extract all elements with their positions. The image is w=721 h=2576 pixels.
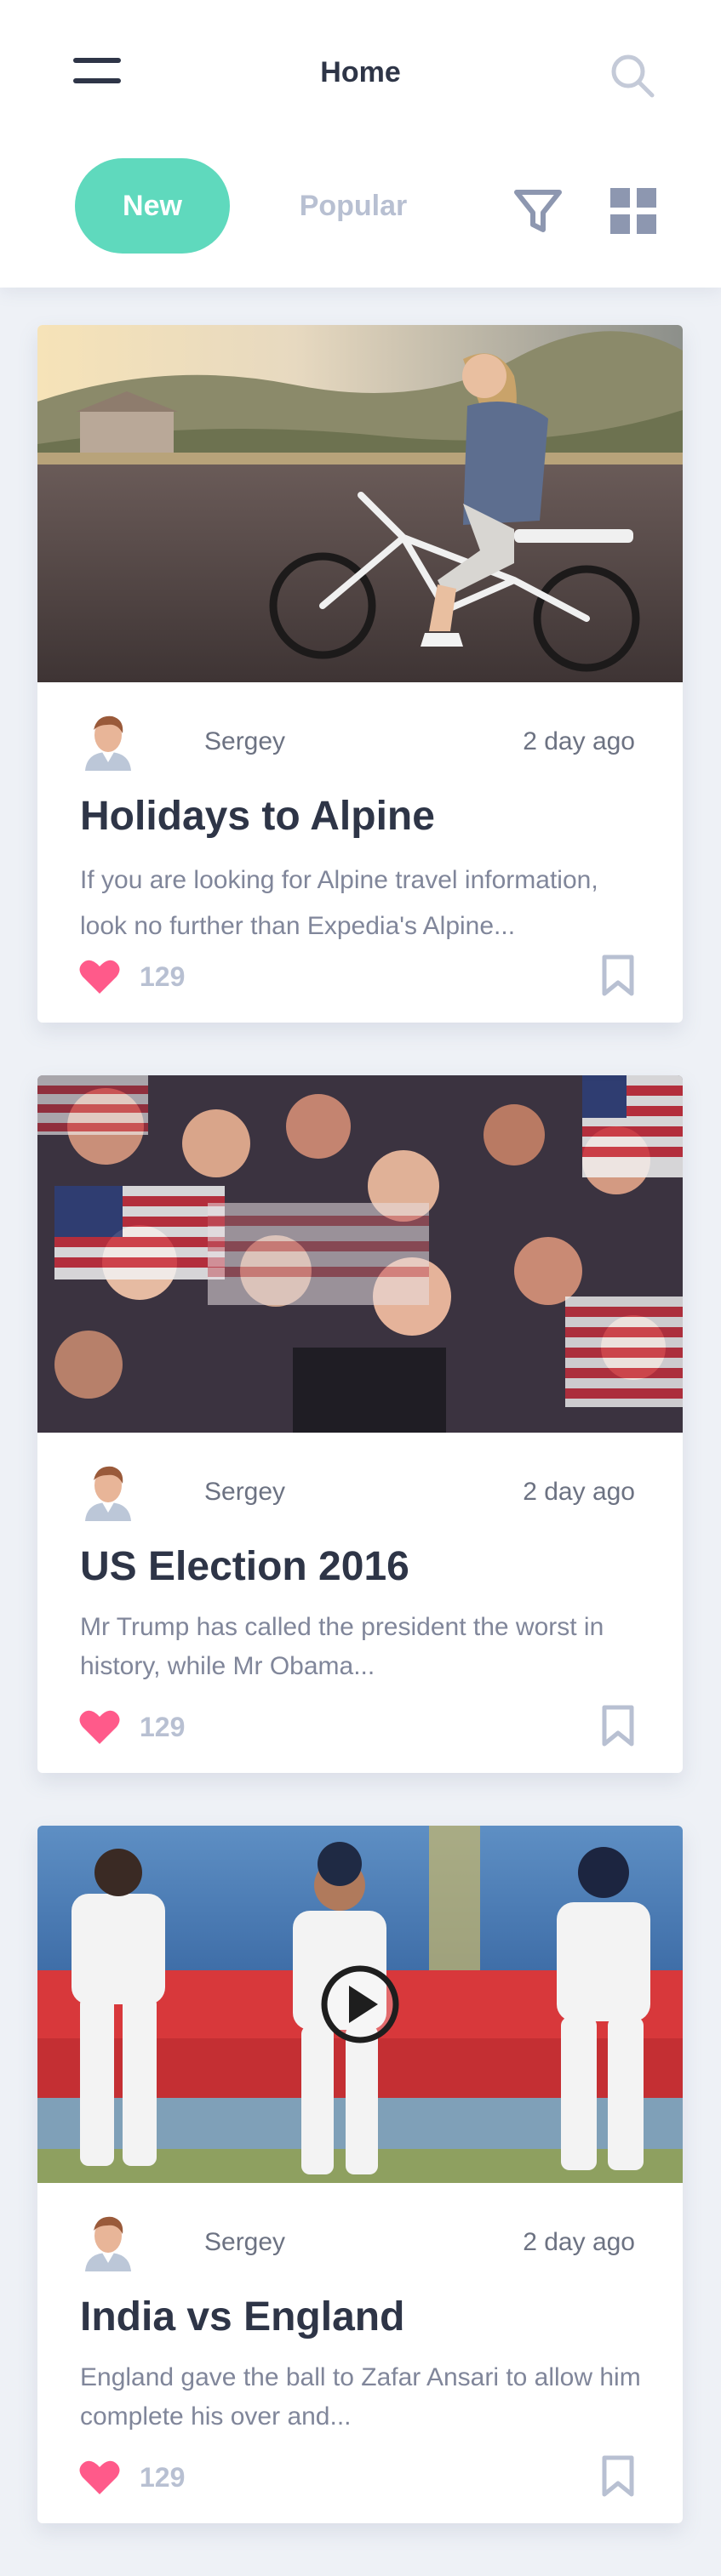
post-meta: Sergey 2 day ago — [78, 711, 635, 771]
post-excerpt: If you are looking for Alpine travel inf… — [80, 866, 598, 940]
like-count: 129 — [140, 1711, 186, 1742]
post-card[interactable]: Sergey 2 day ago Holidays to Alpine If y… — [37, 325, 683, 1023]
bookmark-icon[interactable] — [601, 1705, 635, 1747]
post-meta: Sergey 2 day ago — [78, 2212, 635, 2271]
heart-icon — [79, 1710, 120, 1744]
avatar[interactable] — [78, 1462, 138, 1521]
bookmark-icon[interactable] — [601, 2455, 635, 2498]
author-name[interactable]: Sergey — [204, 727, 285, 757]
like-button[interactable]: 129 — [78, 955, 185, 999]
cricket-players-photo[interactable] — [37, 1826, 683, 2183]
like-count: 129 — [140, 2461, 186, 2493]
post-title[interactable]: US Election 2016 — [80, 1542, 409, 1593]
post-card[interactable]: Sergey 2 day ago India vs England Englan… — [37, 1826, 683, 2523]
post-time: 2 day ago — [523, 2228, 635, 2256]
post-body: Sergey 2 day ago Holidays to Alpine If y… — [37, 682, 683, 1023]
post-body: Sergey 2 day ago India vs England Englan… — [37, 2183, 683, 2523]
avatar[interactable] — [78, 711, 138, 771]
like-count: 129 — [140, 960, 186, 992]
like-button[interactable]: 129 — [78, 2455, 185, 2499]
avatar[interactable] — [78, 2212, 138, 2271]
post-card[interactable]: Sergey 2 day ago US Election 2016 Mr Tru… — [37, 1075, 683, 1773]
author-name[interactable]: Sergey — [204, 2227, 285, 2258]
heart-icon — [79, 2460, 120, 2494]
post-title[interactable]: India vs England — [80, 2292, 404, 2343]
heart-icon — [79, 960, 120, 994]
post-body: Sergey 2 day ago US Election 2016 Mr Tru… — [37, 1433, 683, 1773]
like-button[interactable]: 129 — [78, 1705, 185, 1749]
crowd-with-us-flags-photo[interactable] — [37, 1075, 683, 1433]
post-title[interactable]: Holidays to Alpine — [80, 791, 435, 842]
post-excerpt: Mr Trump has called the president the wo… — [80, 1613, 604, 1680]
post-meta: Sergey 2 day ago — [78, 1462, 635, 1521]
girl-on-bicycle-photo[interactable] — [37, 325, 683, 682]
app-header: Home New Popular — [0, 0, 721, 288]
bookmark-icon[interactable] — [601, 955, 635, 997]
author-name[interactable]: Sergey — [204, 1477, 285, 1507]
grid-view-icon[interactable] — [609, 187, 657, 235]
search-icon[interactable] — [609, 53, 657, 100]
post-excerpt: England gave the ball to Zafar Ansari to… — [80, 2363, 641, 2431]
post-time: 2 day ago — [523, 727, 635, 755]
tab-popular[interactable]: Popular — [255, 158, 451, 254]
post-time: 2 day ago — [523, 1478, 635, 1506]
filter-icon[interactable] — [514, 187, 562, 235]
post-feed: Sergey 2 day ago Holidays to Alpine If y… — [37, 325, 683, 2576]
tab-new[interactable]: New — [75, 158, 230, 254]
